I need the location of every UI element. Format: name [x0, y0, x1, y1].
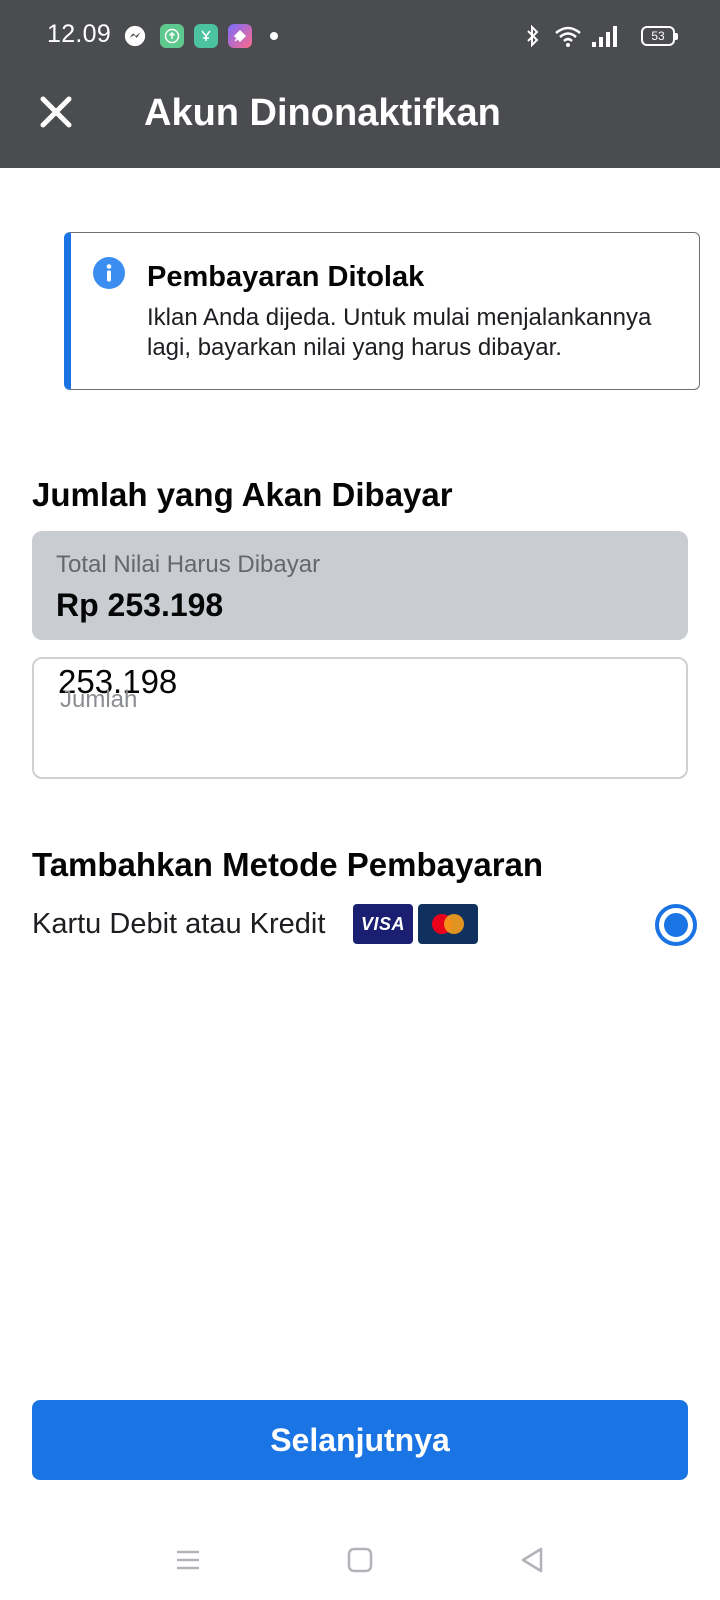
battery-indicator: 53 [641, 26, 678, 46]
visa-logo-text: VISA [360, 913, 405, 934]
card-payment-radio[interactable] [655, 904, 697, 946]
home-icon[interactable] [340, 1540, 380, 1580]
payment-declined-banner: Pembayaran Ditolak Iklan Anda dijeda. Un… [64, 232, 700, 390]
signal-icon [590, 22, 620, 50]
bluetooth-icon [524, 22, 542, 50]
back-icon[interactable] [512, 1540, 552, 1580]
mastercard-logo [418, 904, 478, 944]
total-due-value: Rp 253.198 [56, 587, 224, 623]
visa-logo: VISA [353, 904, 413, 944]
amount-input-label: Jumlah [60, 686, 138, 713]
more-notifications-dot [270, 32, 278, 40]
debit-credit-card-label[interactable]: Kartu Debit atau Kredit [32, 908, 325, 941]
next-button[interactable]: Selanjutnya [32, 1400, 688, 1480]
payment-method-heading: Tambahkan Metode Pembayaran [32, 846, 544, 883]
banner-title: Pembayaran Ditolak [147, 261, 425, 293]
amount-input[interactable]: 253.198 Jumlah [32, 657, 688, 779]
wifi-icon [554, 22, 582, 50]
total-due-box: Total Nilai Harus Dibayar Rp 253.198 [32, 531, 688, 640]
status-bar: 12.09 53 [0, 0, 720, 72]
banner-message: Iklan Anda dijeda. Untuk mulai menjalank… [147, 304, 652, 361]
upload-app-notification-icon [160, 24, 184, 48]
page-title: Akun Dinonaktifkan [144, 92, 501, 134]
top-header: 12.09 53 Akun Dinonaktifkan [0, 0, 720, 168]
shortcut-app-notification-icon [228, 24, 252, 48]
shop-app-notification-icon [194, 24, 218, 48]
close-icon [40, 96, 72, 128]
status-time: 12.09 [47, 20, 112, 48]
close-button[interactable] [32, 88, 80, 136]
system-nav-bar [0, 1520, 720, 1600]
info-icon [93, 257, 125, 289]
menu-icon[interactable] [168, 1540, 208, 1580]
radio-selected-indicator [664, 913, 688, 937]
total-due-label: Total Nilai Harus Dibayar [56, 551, 321, 578]
amount-heading: Jumlah yang Akan Dibayar [32, 476, 453, 513]
messenger-notification-icon [123, 24, 147, 48]
